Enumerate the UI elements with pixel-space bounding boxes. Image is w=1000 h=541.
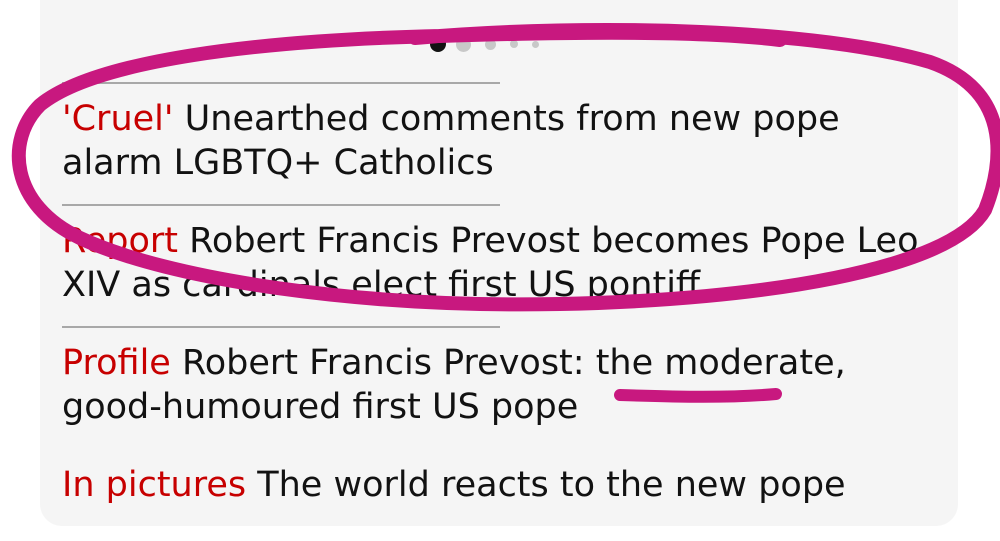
related-link-in-pictures[interactable]: In pictures The world reacts to the new …: [62, 463, 942, 507]
divider: [62, 204, 500, 206]
related-link-cruel[interactable]: 'Cruel' Unearthed comments from new pope…: [62, 97, 942, 185]
carousel-dot[interactable]: [485, 38, 496, 50]
link-kicker: Profile: [62, 343, 171, 383]
link-headline: Robert Francis Prevost: the moderate, go…: [62, 343, 846, 427]
link-kicker: In pictures: [62, 465, 247, 505]
carousel-dot[interactable]: [532, 40, 539, 48]
link-kicker: 'Cruel': [62, 99, 174, 139]
divider: [62, 326, 500, 328]
link-headline: Unearthed comments from new pope alarm L…: [62, 99, 840, 183]
link-headline: Robert Francis Prevost becomes Pope Leo …: [62, 221, 919, 305]
carousel-dot[interactable]: [456, 36, 471, 52]
carousel-dot[interactable]: [510, 40, 518, 48]
link-headline: The world reacts to the new pope: [257, 465, 846, 505]
related-link-profile[interactable]: Profile Robert Francis Prevost: the mode…: [62, 341, 942, 429]
carousel-pagination: [430, 36, 539, 52]
carousel-dot-active[interactable]: [430, 36, 446, 52]
divider: [62, 82, 500, 84]
link-kicker: Report: [62, 221, 179, 261]
related-link-report[interactable]: Report Robert Francis Prevost becomes Po…: [62, 219, 942, 307]
